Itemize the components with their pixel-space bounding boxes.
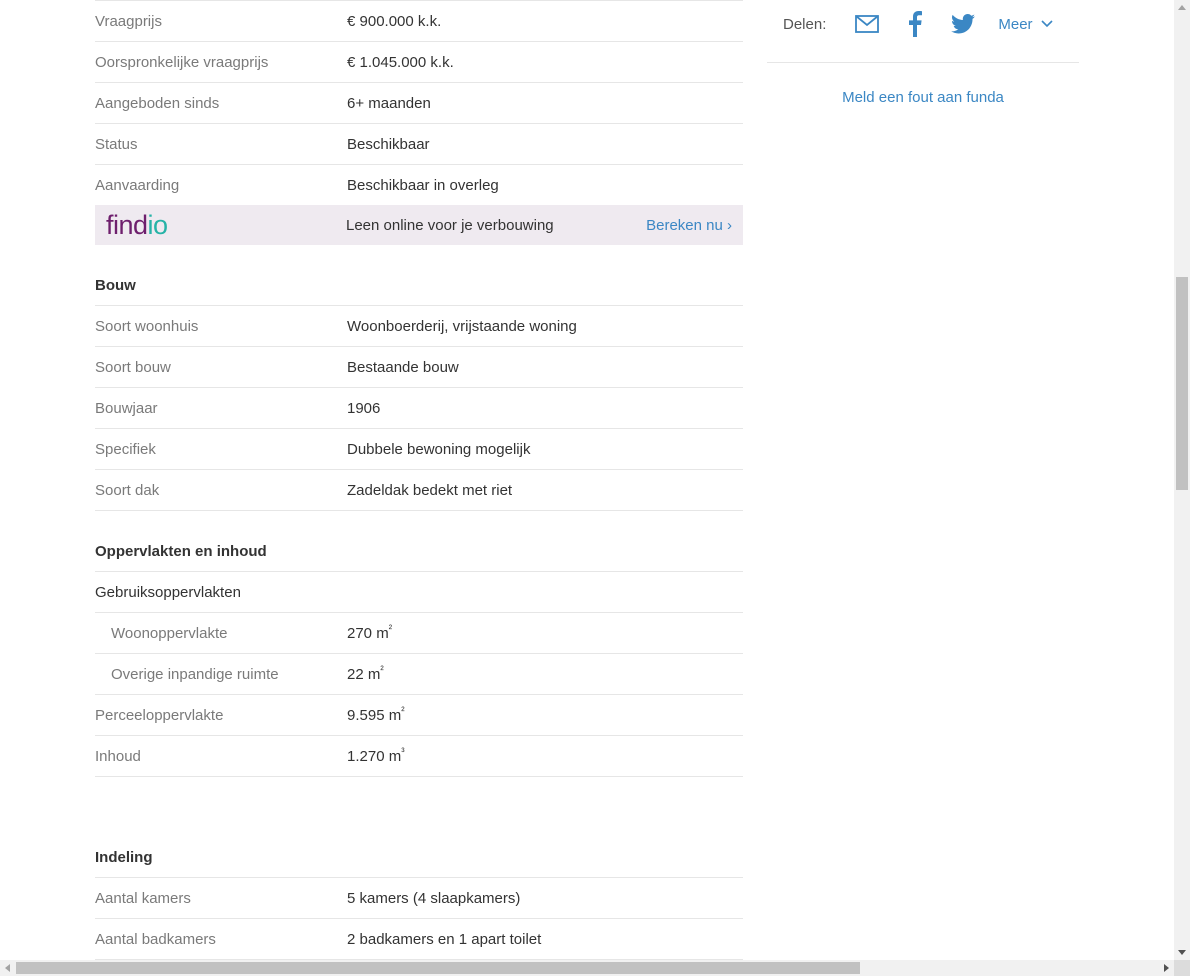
row-value: Woonboerderij, vrijstaande woning — [347, 317, 577, 335]
unit-superscript: ³ — [401, 746, 405, 758]
row-label: Aanvaarding — [95, 176, 180, 194]
section-heading-oppervlakten: Oppervlakten en inhoud — [95, 531, 743, 572]
section-heading-indeling: Indeling — [95, 837, 743, 878]
row-label: Perceeloppervlakte — [95, 706, 224, 724]
promo-text: Leen online voor je verbouwing — [346, 216, 554, 234]
row-label: Vraagprijs — [95, 12, 162, 30]
row-value: Dubbele bewoning mogelijk — [347, 440, 531, 458]
vertical-scroll-thumb[interactable] — [1176, 277, 1188, 490]
table-row: Specifiek Dubbele bewoning mogelijk — [95, 429, 743, 470]
facebook-icon[interactable] — [902, 11, 928, 37]
row-value: 2 badkamers en 1 apart toilet — [347, 930, 542, 948]
table-row: Soort bouw Bestaande bouw — [95, 347, 743, 388]
mail-icon[interactable] — [854, 11, 880, 37]
table-row: Aantal badkamers 2 badkamers en 1 apart … — [95, 919, 743, 960]
table-row: Perceeloppervlakte 9.595 m² — [95, 695, 743, 736]
row-value: 22 m² — [347, 664, 384, 683]
unit-superscript: ² — [401, 705, 405, 717]
report-error-link[interactable]: Meld een fout aan funda — [767, 89, 1079, 106]
row-label: Aantal kamers — [95, 889, 191, 907]
row-label: Soort dak — [95, 481, 160, 499]
row-label: Aangeboden sinds — [95, 94, 220, 112]
row-label: Oorspronkelijke vraagprijs — [95, 53, 269, 71]
table-row: Soort dak Zadeldak bedekt met riet — [95, 470, 743, 511]
table-row: Inhoud 1.270 m³ — [95, 736, 743, 777]
row-value: 270 m² — [347, 623, 393, 642]
unit-superscript: ² — [380, 664, 384, 676]
row-value: Zadeldak bedekt met riet — [347, 481, 513, 499]
row-value: € 1.045.000 k.k. — [347, 53, 454, 71]
findio-logo-text: find — [106, 209, 148, 240]
row-value: Beschikbaar in overleg — [347, 176, 499, 194]
table-row: Aantal kamers 5 kamers (4 slaapkamers) — [95, 878, 743, 919]
horizontal-scrollbar[interactable] — [0, 960, 1174, 976]
row-value: 5 kamers (4 slaapkamers) — [347, 889, 521, 907]
row-label: Specifiek — [95, 440, 156, 458]
table-row: Status Beschikbaar — [95, 124, 743, 165]
twitter-icon[interactable] — [950, 11, 976, 37]
row-value: 1906 — [347, 399, 381, 417]
share-more-label: Meer — [998, 15, 1033, 33]
row-value: € 900.000 k.k. — [347, 12, 442, 30]
row-value: 1.270 m³ — [347, 746, 405, 765]
table-row: Aanvaarding Beschikbaar in overleg — [95, 165, 743, 205]
share-label: Delen: — [783, 15, 827, 33]
value-text: 1.270 m — [347, 747, 402, 765]
chevron-down-icon — [1040, 20, 1053, 28]
table-row: Aangeboden sinds 6+ maanden — [95, 83, 743, 124]
table-row: Bouwjaar 1906 — [95, 388, 743, 429]
horizontal-scroll-thumb[interactable] — [16, 962, 860, 974]
table-row: Soort woonhuis Woonboerderij, vrijstaand… — [95, 306, 743, 347]
row-label: Aantal badkamers — [95, 930, 216, 948]
table-row: Woonoppervlakte 270 m² — [95, 613, 743, 654]
scrollbar-corner — [1174, 960, 1190, 976]
row-value: Beschikbaar — [347, 135, 430, 153]
sidebar-divider — [767, 62, 1079, 63]
row-label: Inhoud — [95, 747, 141, 765]
row-label: Overige inpandige ruimte — [111, 665, 279, 683]
findio-logo: findio — [95, 209, 346, 240]
section-heading-bouw: Bouw — [95, 265, 743, 306]
scroll-down-icon[interactable] — [1178, 950, 1186, 955]
scroll-up-icon[interactable] — [1178, 5, 1186, 10]
bereken-nu-link[interactable]: Bereken nu › — [646, 217, 732, 234]
share-more-dropdown[interactable]: Meer — [998, 15, 1053, 33]
kenmerken-main: Vraagprijs € 900.000 k.k. Oorspronkelijk… — [95, 0, 743, 960]
row-label: Soort bouw — [95, 358, 171, 376]
scroll-right-icon[interactable] — [1164, 964, 1169, 972]
row-value: 6+ maanden — [347, 94, 431, 112]
table-row: Oorspronkelijke vraagprijs € 1.045.000 k… — [95, 42, 743, 83]
row-value: 9.595 m² — [347, 705, 405, 724]
unit-superscript: ² — [388, 623, 393, 635]
value-text: 270 m — [347, 624, 389, 642]
row-value: Bestaande bouw — [347, 358, 459, 376]
value-text: 22 m — [347, 665, 381, 683]
table-row: Vraagprijs € 900.000 k.k. — [95, 0, 743, 42]
table-subheader: Gebruiksoppervlakten — [95, 572, 743, 613]
row-label: Soort woonhuis — [95, 317, 199, 335]
sidebar: Delen: Meer Meld een fout aan funda — [767, 0, 1079, 106]
row-label: Status — [95, 135, 138, 153]
row-label: Woonoppervlakte — [111, 624, 228, 642]
row-label: Bouwjaar — [95, 399, 158, 417]
page-viewport: Vraagprijs € 900.000 k.k. Oorspronkelijk… — [0, 0, 1174, 960]
findio-promo-banner[interactable]: findio Leen online voor je verbouwing Be… — [95, 205, 743, 245]
share-bar: Delen: Meer — [767, 0, 1079, 48]
vertical-scrollbar[interactable] — [1174, 0, 1190, 960]
scroll-left-icon[interactable] — [5, 964, 10, 972]
subheader-label: Gebruiksoppervlakten — [95, 583, 241, 601]
findio-logo-text-accent: io — [147, 209, 169, 240]
value-text: 9.595 m — [347, 706, 402, 724]
table-row: Overige inpandige ruimte 22 m² — [95, 654, 743, 695]
